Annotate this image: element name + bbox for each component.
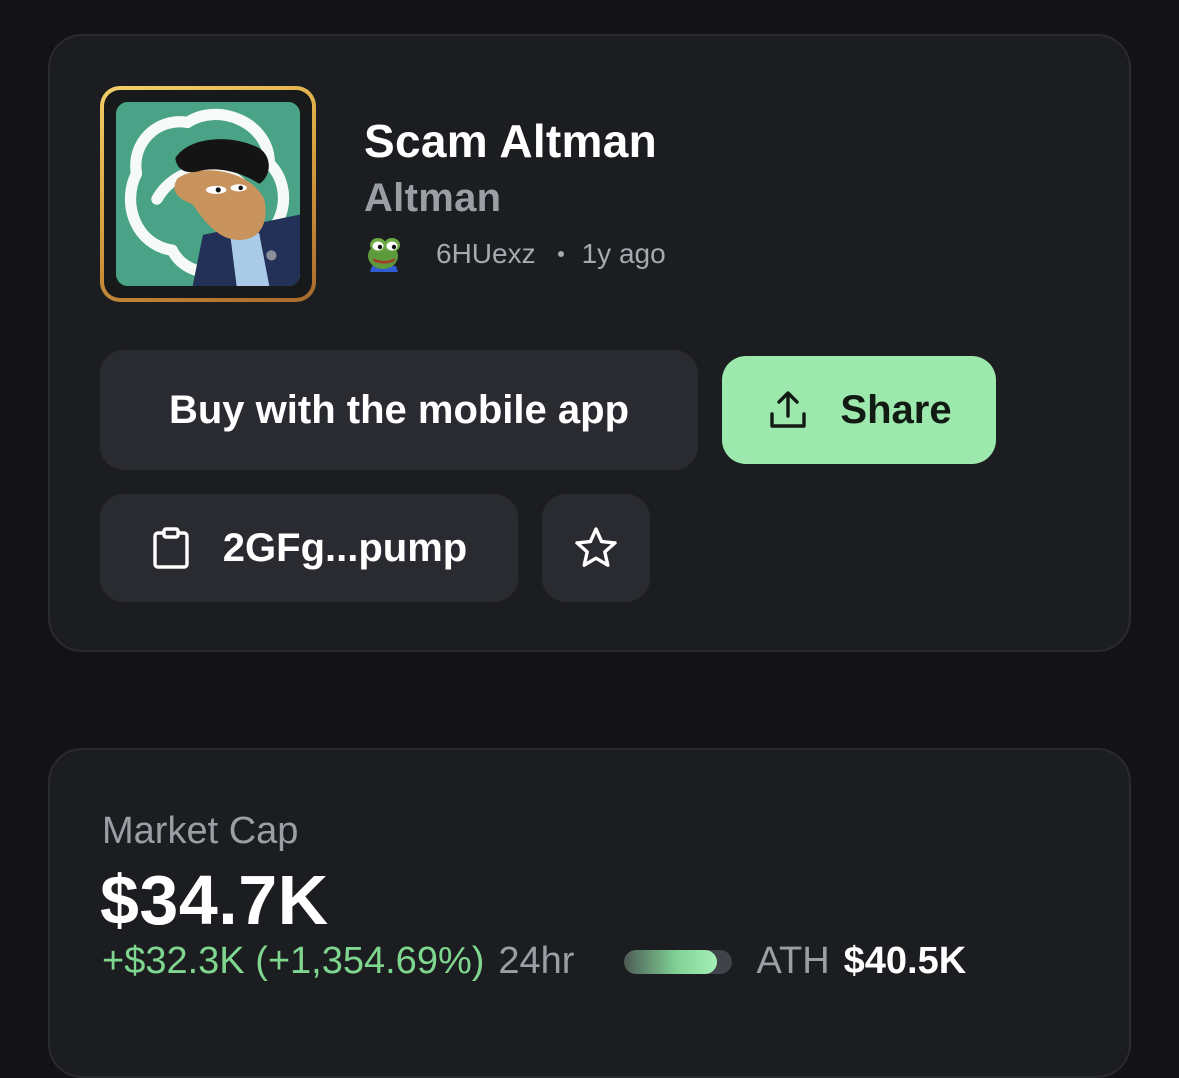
market-cap-label: Market Cap <box>102 810 299 852</box>
token-age: 1y ago <box>581 238 666 269</box>
ath-label: ATH <box>756 940 830 982</box>
market-cap-change: +$32.3K (+1,354.69%) <box>102 940 485 982</box>
creator-name[interactable]: 6HUexz <box>436 238 536 270</box>
token-image-icon <box>116 102 300 286</box>
token-card: Scam Altman Altman 6HUexz 1y ago Buy wit… <box>48 34 1131 652</box>
market-cap-value: $34.7K <box>100 861 329 939</box>
buy-mobile-app-button[interactable]: Buy with the mobile app <box>100 350 698 470</box>
change-period: 24hr <box>498 940 575 982</box>
ath-progress-fill <box>624 949 718 974</box>
copy-address-button[interactable]: 2GFg...pump <box>100 494 518 602</box>
contract-address: 2GFg...pump <box>222 525 468 570</box>
market-cap-change-row: +$32.3K (+1,354.69%) 24hr ATH $40.5K <box>102 940 966 983</box>
creator-row: 6HUexz 1y ago <box>362 232 666 276</box>
clipboard-icon <box>153 527 189 569</box>
buy-button-label: Buy with the mobile app <box>168 387 630 432</box>
token-name: Scam Altman <box>364 115 658 167</box>
ath-progress-bar <box>624 949 733 974</box>
token-ticker: Altman <box>364 176 502 220</box>
share-button-label: Share <box>840 387 952 432</box>
share-upload-icon <box>770 391 807 428</box>
market-cap-card: Market Cap $34.7K +$32.3K (+1,354.69%) 2… <box>48 748 1131 1078</box>
token-avatar[interactable] <box>100 86 316 302</box>
favorite-button[interactable] <box>542 494 650 602</box>
share-button[interactable]: Share <box>722 356 996 464</box>
separator-dot <box>557 251 564 257</box>
token-avatar-image <box>116 102 300 286</box>
ath-value: $40.5K <box>843 940 967 982</box>
star-icon <box>575 527 617 567</box>
pepe-avatar-icon[interactable] <box>362 232 406 276</box>
